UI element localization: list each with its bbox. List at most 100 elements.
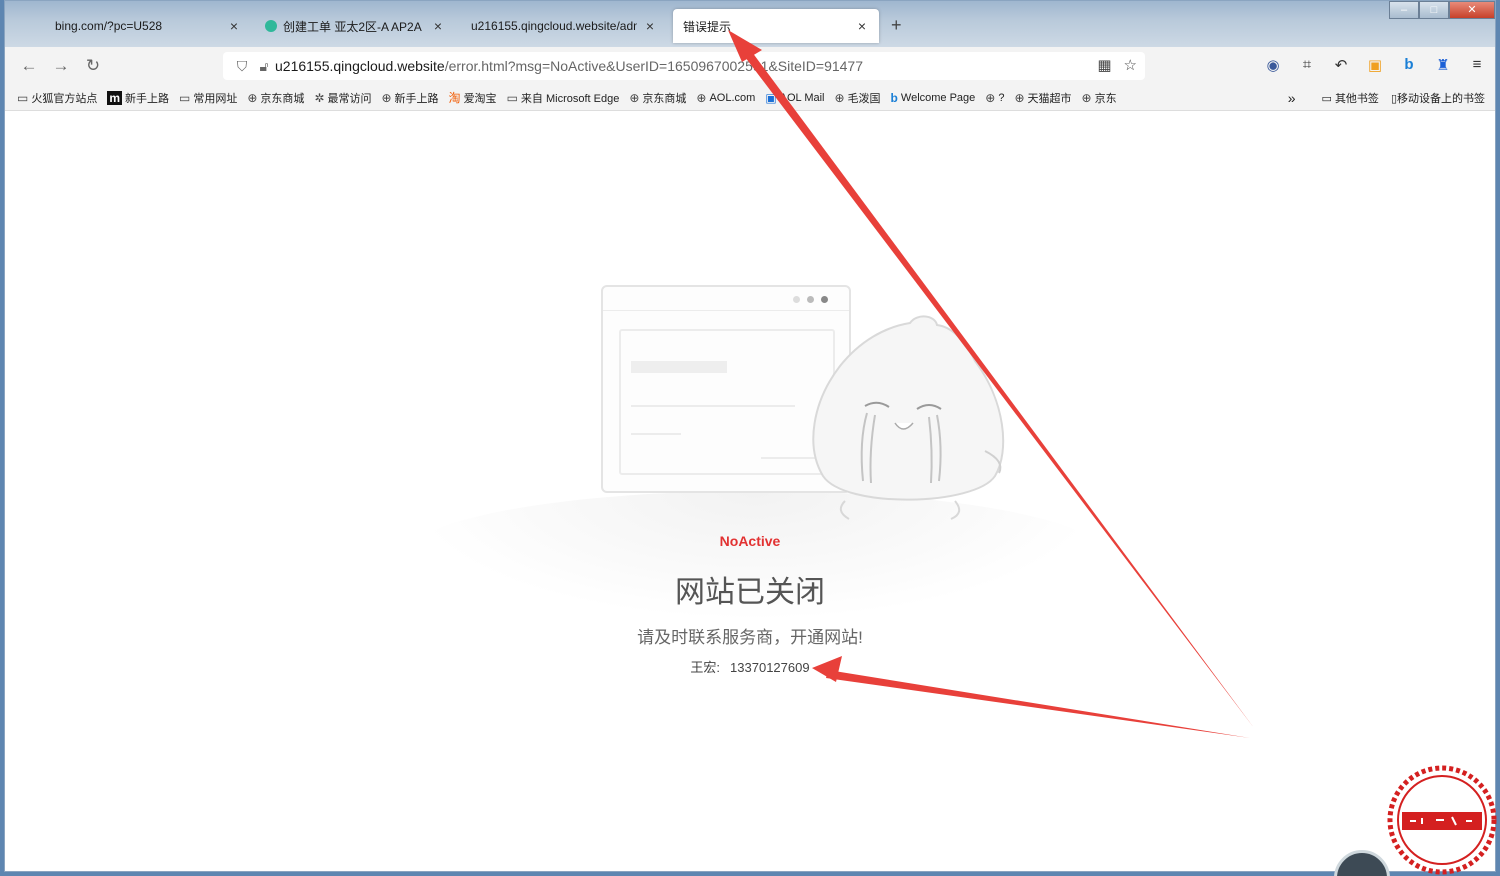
contact-phone: 13370127609 — [730, 660, 810, 675]
bookmark-label: 火狐官方站点 — [31, 92, 98, 105]
globe-icon: ⊕ — [1014, 90, 1025, 105]
bookmark-item[interactable]: ⊕ 京东商城 — [247, 90, 304, 106]
bookmark-label: 新手上路 — [394, 92, 439, 105]
gear-icon: ✲ — [314, 90, 325, 105]
qingcloud-favicon-icon — [265, 20, 277, 32]
bookmark-label: 京东商城 — [642, 92, 687, 105]
tab-strip: bing.com/?pc=U528 × 创建工单 亚太2区-A AP2A 青云 … — [5, 1, 1495, 47]
close-tab-icon[interactable]: × — [643, 18, 657, 34]
forward-button[interactable]: → — [45, 56, 77, 76]
tab-label: bing.com/?pc=U528 — [55, 19, 163, 33]
bookmark-label: 常用网址 — [193, 92, 238, 105]
bookmark-star-icon[interactable]: ☆ — [1124, 56, 1137, 74]
folder-icon: ▭ — [17, 90, 29, 105]
bookmark-item[interactable]: ⊕ 毛泼国 — [834, 90, 880, 106]
error-description: 请及时联系服务商，开通网站! — [637, 628, 863, 647]
globe-icon: ⊕ — [696, 90, 707, 105]
bookmark-label: 毛泼国 — [847, 92, 881, 105]
shield-icon[interactable]: ⛉ — [231, 58, 253, 75]
insecure-lock-icon[interactable]: 🔓︎ — [253, 58, 275, 75]
illustration-panel — [619, 329, 835, 475]
bookmark-item[interactable]: m 新手上路 — [107, 90, 169, 106]
folder-icon: ▭ — [179, 90, 191, 105]
bookmark-item[interactable]: ⊕ 京东 — [1082, 90, 1117, 106]
navigation-bar: ← → ↻ ⛉ 🔓︎ u216155.qingcloud.website/err… — [5, 47, 1495, 85]
illustration-line — [631, 405, 795, 407]
bookmark-item[interactable]: ▭ 来自 Microsoft Edge — [507, 90, 620, 106]
illustration-line — [631, 433, 681, 435]
tab-label: 错误提示 — [683, 19, 732, 34]
qr-code-icon[interactable]: ▦ — [1097, 56, 1111, 74]
bookmarks-toolbar: ▭ 火狐官方站点 m 新手上路 ▭ 常用网址 ⊕ 京东商城 ✲ 最常访问 ⊕ 新手上路淘爱淘宝 ▭ 来自 … — [5, 85, 1495, 111]
bookmark-label: 来自 Microsoft Edge — [520, 92, 620, 105]
tab-error-active[interactable]: 错误提示 × — [673, 9, 879, 43]
red-seal-stamp — [1387, 765, 1497, 875]
tab-admin[interactable]: u216155.qingcloud.website/adm × — [461, 9, 667, 43]
bookmark-item[interactable]: b Welcome Page — [891, 91, 976, 105]
extension-globe-icon[interactable]: ◉ — [1265, 56, 1281, 74]
new-tab-button[interactable]: + — [891, 15, 902, 36]
globe-icon: ⊕ — [834, 90, 845, 105]
other-bookmarks-folder[interactable]: ▭ 其他书签 — [1321, 90, 1378, 106]
crying-bird-illustration — [812, 315, 1005, 520]
bing-icon: b — [890, 90, 898, 105]
bookmark-item[interactable]: ⊕ AOL.com — [696, 91, 755, 105]
tab-label: u216155.qingcloud.website/adm — [471, 19, 637, 33]
close-tab-icon[interactable]: × — [855, 18, 869, 34]
m-logo-icon: m — [107, 90, 123, 105]
bookmark-item[interactable]: ⊕ 新手上路 — [381, 90, 438, 106]
back-button[interactable]: ← — [13, 56, 45, 76]
bookmarks-right: » ▭ 其他书签 ▯移动设备上的书签 — [1288, 90, 1485, 106]
bookmark-item[interactable]: ⊕ 京东商城 — [629, 90, 686, 106]
extension-shirt-icon[interactable]: ♜ — [1435, 56, 1451, 74]
bookmark-item[interactable]: 淘爱淘宝 — [449, 89, 497, 106]
reload-button[interactable]: ↻ — [77, 56, 109, 76]
minimize-button[interactable]: – — [1389, 1, 1419, 19]
bookmark-item[interactable]: ▭ 火狐官方站点 — [17, 90, 97, 106]
error-code: NoActive — [719, 533, 781, 549]
bookmark-item[interactable]: ⊕? — [985, 91, 1004, 105]
close-tab-icon[interactable]: × — [431, 18, 445, 34]
window-controls: – □ ✕ — [1389, 1, 1495, 19]
bookmark-label: 天猫超市 — [1027, 92, 1072, 105]
url-host: u216155.qingcloud.website — [275, 58, 445, 74]
close-tab-icon[interactable]: × — [227, 18, 241, 34]
globe-icon: ⊕ — [629, 90, 640, 105]
menu-icon[interactable]: ≡ — [1469, 56, 1485, 74]
maximize-button[interactable]: □ — [1419, 1, 1449, 19]
bing-icon[interactable]: b — [1401, 56, 1417, 74]
illustration-dot — [793, 296, 800, 303]
globe-icon: ⊕ — [985, 90, 996, 105]
close-window-button[interactable]: ✕ — [1449, 1, 1495, 19]
folder-icon: ▭ — [506, 90, 518, 105]
bookmark-item[interactable]: ⊕ 天猫超市 — [1014, 90, 1071, 106]
bookmark-label: 最常访问 — [327, 92, 372, 105]
other-bookmarks-label: 其他书签 — [1334, 93, 1379, 105]
tab-qingcloud-ticket[interactable]: 创建工单 亚太2区-A AP2A 青云 × — [255, 9, 455, 43]
globe-icon: ⊕ — [381, 90, 392, 105]
bookmark-label: 京东 — [1094, 92, 1117, 105]
undo-icon[interactable]: ↶ — [1333, 56, 1349, 74]
browser-window: bing.com/?pc=U528 × 创建工单 亚太2区-A AP2A 青云 … — [4, 0, 1496, 872]
bookmark-item[interactable]: ▣ AOL Mail — [765, 91, 824, 105]
mobile-bookmarks-folder[interactable]: ▯移动设备上的书签 — [1391, 90, 1485, 106]
mobile-bookmarks-label: 移动设备上的书签 — [1397, 93, 1485, 105]
globe-icon: ⊕ — [1081, 90, 1092, 105]
url-path: /error.html?msg=NoActive&UserID=16509670… — [444, 58, 864, 74]
toolbar-extensions: ◉ ⌗ ↶ ▣ b ♜ ≡ — [1265, 56, 1485, 74]
tab-bing[interactable]: bing.com/?pc=U528 × — [45, 9, 251, 43]
screenshot-crop-icon[interactable]: ⌗ — [1299, 56, 1315, 74]
bookmark-item[interactable]: ✲ 最常访问 — [314, 90, 371, 106]
more-bookmarks-button[interactable]: » — [1288, 90, 1296, 106]
aol-icon: ▣ — [765, 90, 777, 105]
taobao-icon: 淘 — [448, 91, 461, 105]
bookmark-label: 爱淘宝 — [463, 92, 497, 105]
error-title: 网站已关闭 — [675, 576, 825, 609]
extension-download-icon[interactable]: ▣ — [1367, 56, 1383, 74]
illustration-dot — [807, 296, 814, 303]
illustration-dot — [821, 296, 828, 303]
bookmark-label: 京东商城 — [260, 92, 305, 105]
bookmark-label: ? — [998, 91, 1005, 104]
address-bar[interactable]: ⛉ 🔓︎ u216155.qingcloud.website/error.htm… — [223, 52, 1145, 80]
bookmark-item[interactable]: ▭ 常用网址 — [179, 90, 237, 106]
